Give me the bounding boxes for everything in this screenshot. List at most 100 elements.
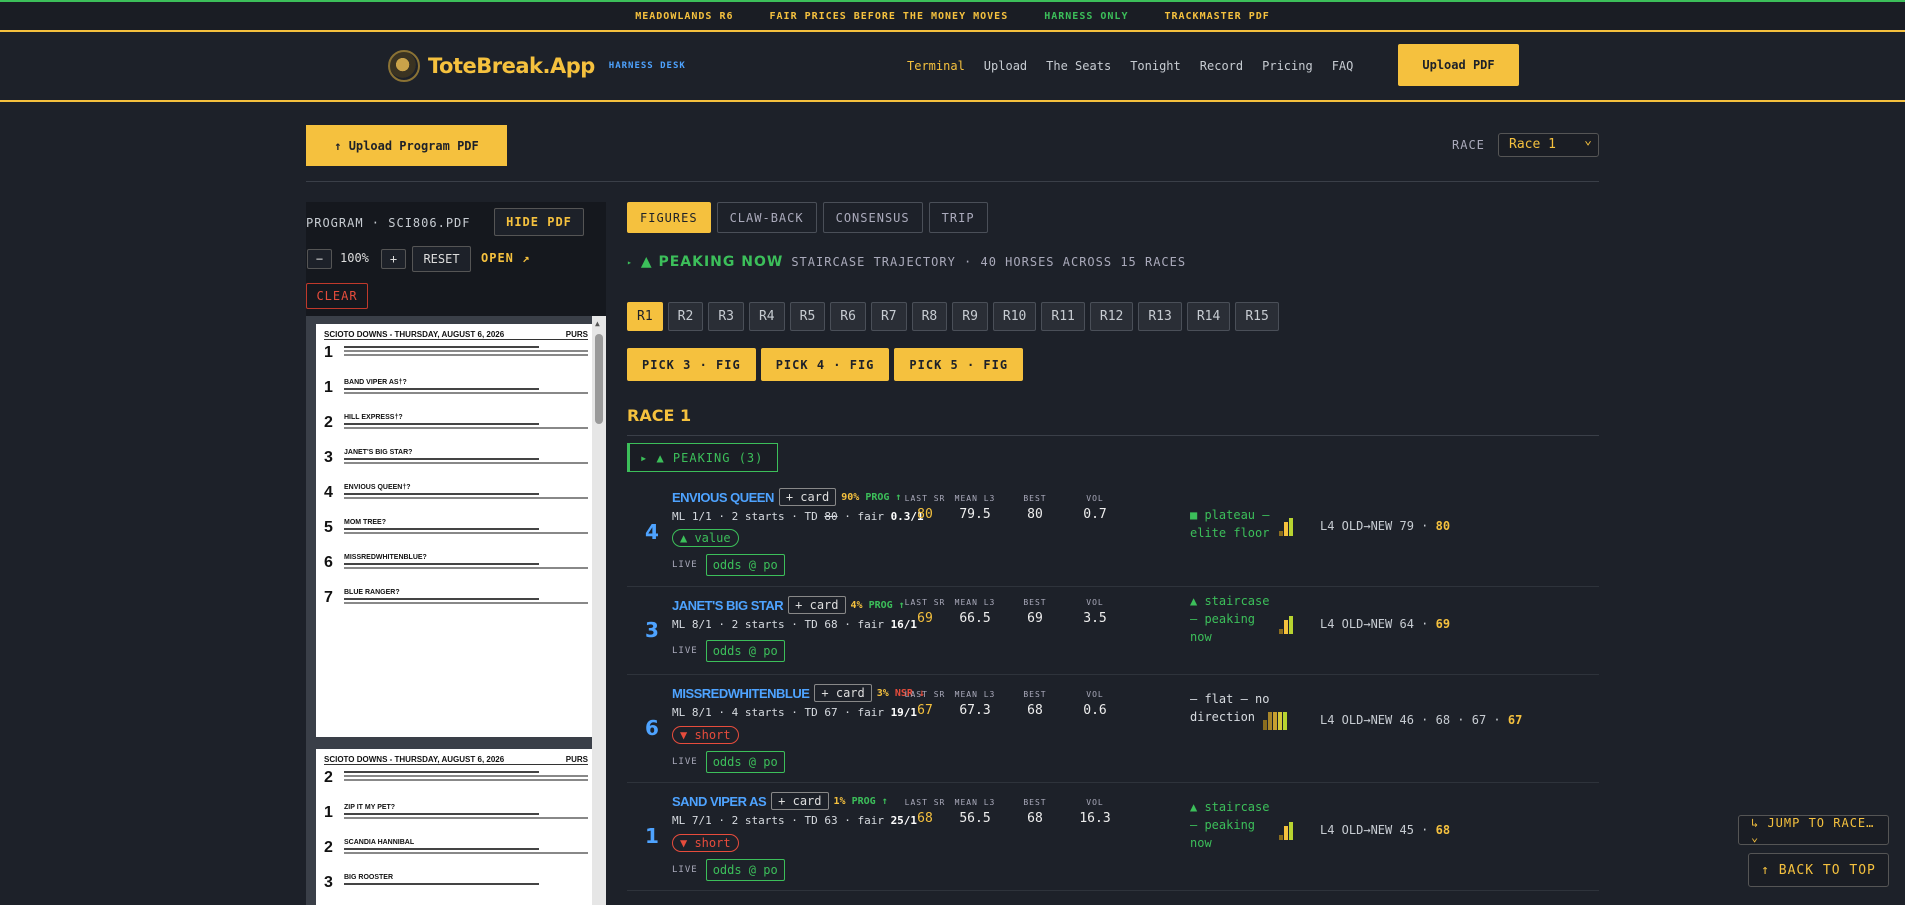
pdf-viewer[interactable]: SCIOTO DOWNS - THURSDAY, AUGUST 6, 2026 … <box>306 316 606 905</box>
tab-trip[interactable]: TRIP <box>928 202 988 233</box>
last-four-figures: L4 OLD→NEW 64 · 69 <box>1320 617 1451 631</box>
sparkline-bar <box>1268 712 1272 730</box>
odds-input[interactable]: odds @ po <box>705 640 785 662</box>
nav-terminal[interactable]: Terminal <box>907 59 965 73</box>
stat-vol: VOL 16.3 <box>1065 798 1125 826</box>
pdf-horse-name: MOM TREE? <box>344 519 386 526</box>
morning-line: ML 8/1 · 4 starts · TD 67 · fair 19/1 <box>672 706 918 719</box>
post-position: 1 <box>645 824 659 848</box>
back-to-top-button[interactable]: ↑ BACK TO TOP <box>1748 853 1889 887</box>
race-tab[interactable]: R11 <box>1041 302 1085 331</box>
nav-upload[interactable]: Upload <box>984 59 1027 73</box>
ticker-item: TRACKMASTER PDF <box>1164 10 1270 22</box>
sparkline-bar <box>1284 522 1288 536</box>
upload-program-button[interactable]: ↑ Upload Program PDF <box>306 125 507 166</box>
pick-5-button[interactable]: PICK 5 · FIG <box>894 348 1024 381</box>
stat-best: BEST 68 <box>1005 690 1065 718</box>
jump-to-race-select[interactable]: ↳ JUMP TO RACE… ⌄ <box>1738 815 1889 845</box>
race-tab[interactable]: R6 <box>830 302 866 331</box>
race-tab[interactable]: R3 <box>708 302 744 331</box>
horse-name[interactable]: MISSREDWHITENBLUE <box>672 686 810 701</box>
sparkline-bar <box>1279 835 1283 840</box>
add-card-button[interactable]: + card <box>814 684 872 702</box>
race-tab[interactable]: R1 <box>627 302 663 331</box>
pick-4-button[interactable]: PICK 4 · FIG <box>760 348 890 381</box>
race-tab[interactable]: R9 <box>952 302 988 331</box>
race-tab[interactable]: R2 <box>667 302 704 331</box>
horse-name[interactable]: SAND VIPER AS <box>672 794 767 809</box>
post-position: 3 <box>645 618 659 642</box>
last-four-figures: L4 OLD→NEW 45 · 68 <box>1320 823 1451 837</box>
zoom-reset-button[interactable]: RESET <box>412 246 471 272</box>
tab-consensus[interactable]: CONSENSUS <box>822 202 923 233</box>
horse-name[interactable]: JANET'S BIG STAR <box>672 598 784 613</box>
stat-label: MEAN L3 <box>954 798 996 807</box>
live-odds: LIVE odds @ po <box>672 640 785 662</box>
stat-value: 80 <box>1027 507 1043 522</box>
sparkline-bars <box>1279 518 1293 536</box>
nav-the-seats[interactable]: The Seats <box>1046 59 1111 73</box>
race-tab[interactable]: R15 <box>1235 302 1279 331</box>
stat-vol: VOL 0.6 <box>1065 690 1125 718</box>
horse-name-line: ENVIOUS QUEEN + card 90% PROG ↑ <box>672 488 901 506</box>
hide-pdf-button[interactable]: HIDE PDF <box>494 208 584 236</box>
peaking-group-toggle[interactable]: ▸ ▲ PEAKING (3) <box>627 443 778 472</box>
brand-logo[interactable]: ToteBreak.App HARNESS DESK <box>388 50 686 82</box>
horse-row: 4 ENVIOUS QUEEN + card 90% PROG ↑ ML 1/1… <box>627 480 1599 587</box>
add-card-button[interactable]: + card <box>771 792 829 810</box>
stat-value: 68 <box>1027 703 1043 718</box>
tab-claw-back[interactable]: CLAW-BACK <box>716 202 817 233</box>
stat-label: MEAN L3 <box>954 598 996 607</box>
race-tab[interactable]: R8 <box>911 302 948 331</box>
stat-label: BEST <box>1023 598 1047 607</box>
nav-pricing[interactable]: Pricing <box>1262 59 1313 73</box>
race-tab[interactable]: R14 <box>1186 302 1231 331</box>
pdf-title: PROGRAM · SCI806.PDF <box>306 216 471 230</box>
odds-input[interactable]: odds @ po <box>705 554 785 576</box>
race-label: RACE <box>1452 138 1485 152</box>
upload-pdf-button[interactable]: Upload PDF <box>1398 44 1519 86</box>
race-tab[interactable]: R13 <box>1138 302 1182 331</box>
race-tab[interactable]: R10 <box>992 302 1037 331</box>
zoom-in-button[interactable]: + <box>381 249 406 269</box>
nav-tonight[interactable]: Tonight <box>1130 59 1181 73</box>
scroll-up-icon[interactable]: ▲ <box>595 319 600 328</box>
race-tab[interactable]: R4 <box>748 302 785 331</box>
odds-input[interactable]: odds @ po <box>705 859 785 881</box>
stat-value: 16.3 <box>1079 811 1111 826</box>
add-card-button[interactable]: + card <box>778 488 837 506</box>
horse-logo-icon <box>388 50 420 82</box>
open-pdf-link[interactable]: OPEN ↗ <box>481 251 530 265</box>
stat-value: 3.5 <box>1083 611 1107 626</box>
clear-button[interactable]: CLEAR <box>306 283 368 309</box>
tab-figures[interactable]: FIGURES <box>627 202 711 233</box>
odds-input[interactable]: odds @ po <box>705 751 785 773</box>
view-tabs: FIGURES CLAW-BACK CONSENSUS TRIP <box>627 202 988 233</box>
top-nav: ToteBreak.App HARNESS DESK Terminal Uplo… <box>0 32 1905 102</box>
race-tab[interactable]: R5 <box>789 302 826 331</box>
nav-links: Terminal Upload The Seats Tonight Record… <box>907 59 1353 73</box>
race-tab[interactable]: R12 <box>1089 302 1134 331</box>
race-tabs: R1 R2 R3 R4 R5 R6 R7 R8 R9 R10 R11 R12 R… <box>627 302 1279 331</box>
race-select[interactable]: Race 1 <box>1498 133 1599 157</box>
nav-record[interactable]: Record <box>1200 59 1243 73</box>
pdf-scrollbar[interactable]: ▲ <box>592 316 606 905</box>
race-tab[interactable]: R7 <box>870 302 907 331</box>
add-card-button[interactable]: + card <box>788 596 846 614</box>
horse-name[interactable]: ENVIOUS QUEEN <box>672 490 774 505</box>
win-pct: 90% PROG ↑ <box>841 491 902 503</box>
value-badge: ▲ value <box>672 529 739 547</box>
pdf-horse-name: HILL EXPRESS†? <box>344 414 403 421</box>
ticker-item: HARNESS ONLY <box>1044 10 1129 22</box>
zoom-out-button[interactable]: − <box>307 249 332 269</box>
pdf-page: SCIOTO DOWNS - THURSDAY, AUGUST 6, 2026 … <box>316 749 596 905</box>
trajectory-label: ■ plateau — elite floor <box>1190 508 1270 540</box>
nav-faq[interactable]: FAQ <box>1332 59 1354 73</box>
pdf-horse-name: BLUE RANGER? <box>344 589 400 596</box>
stat-value: 67.3 <box>959 703 991 718</box>
peaking-now-summary[interactable]: ▸ ▲ PEAKING NOW STAIRCASE TRAJECTORY · 4… <box>627 254 1186 270</box>
value-badge: ▼ short <box>672 726 739 744</box>
pick-3-button[interactable]: PICK 3 · FIG <box>627 348 756 381</box>
scroll-thumb[interactable] <box>595 334 603 424</box>
stat-label: MEAN L3 <box>954 690 996 699</box>
